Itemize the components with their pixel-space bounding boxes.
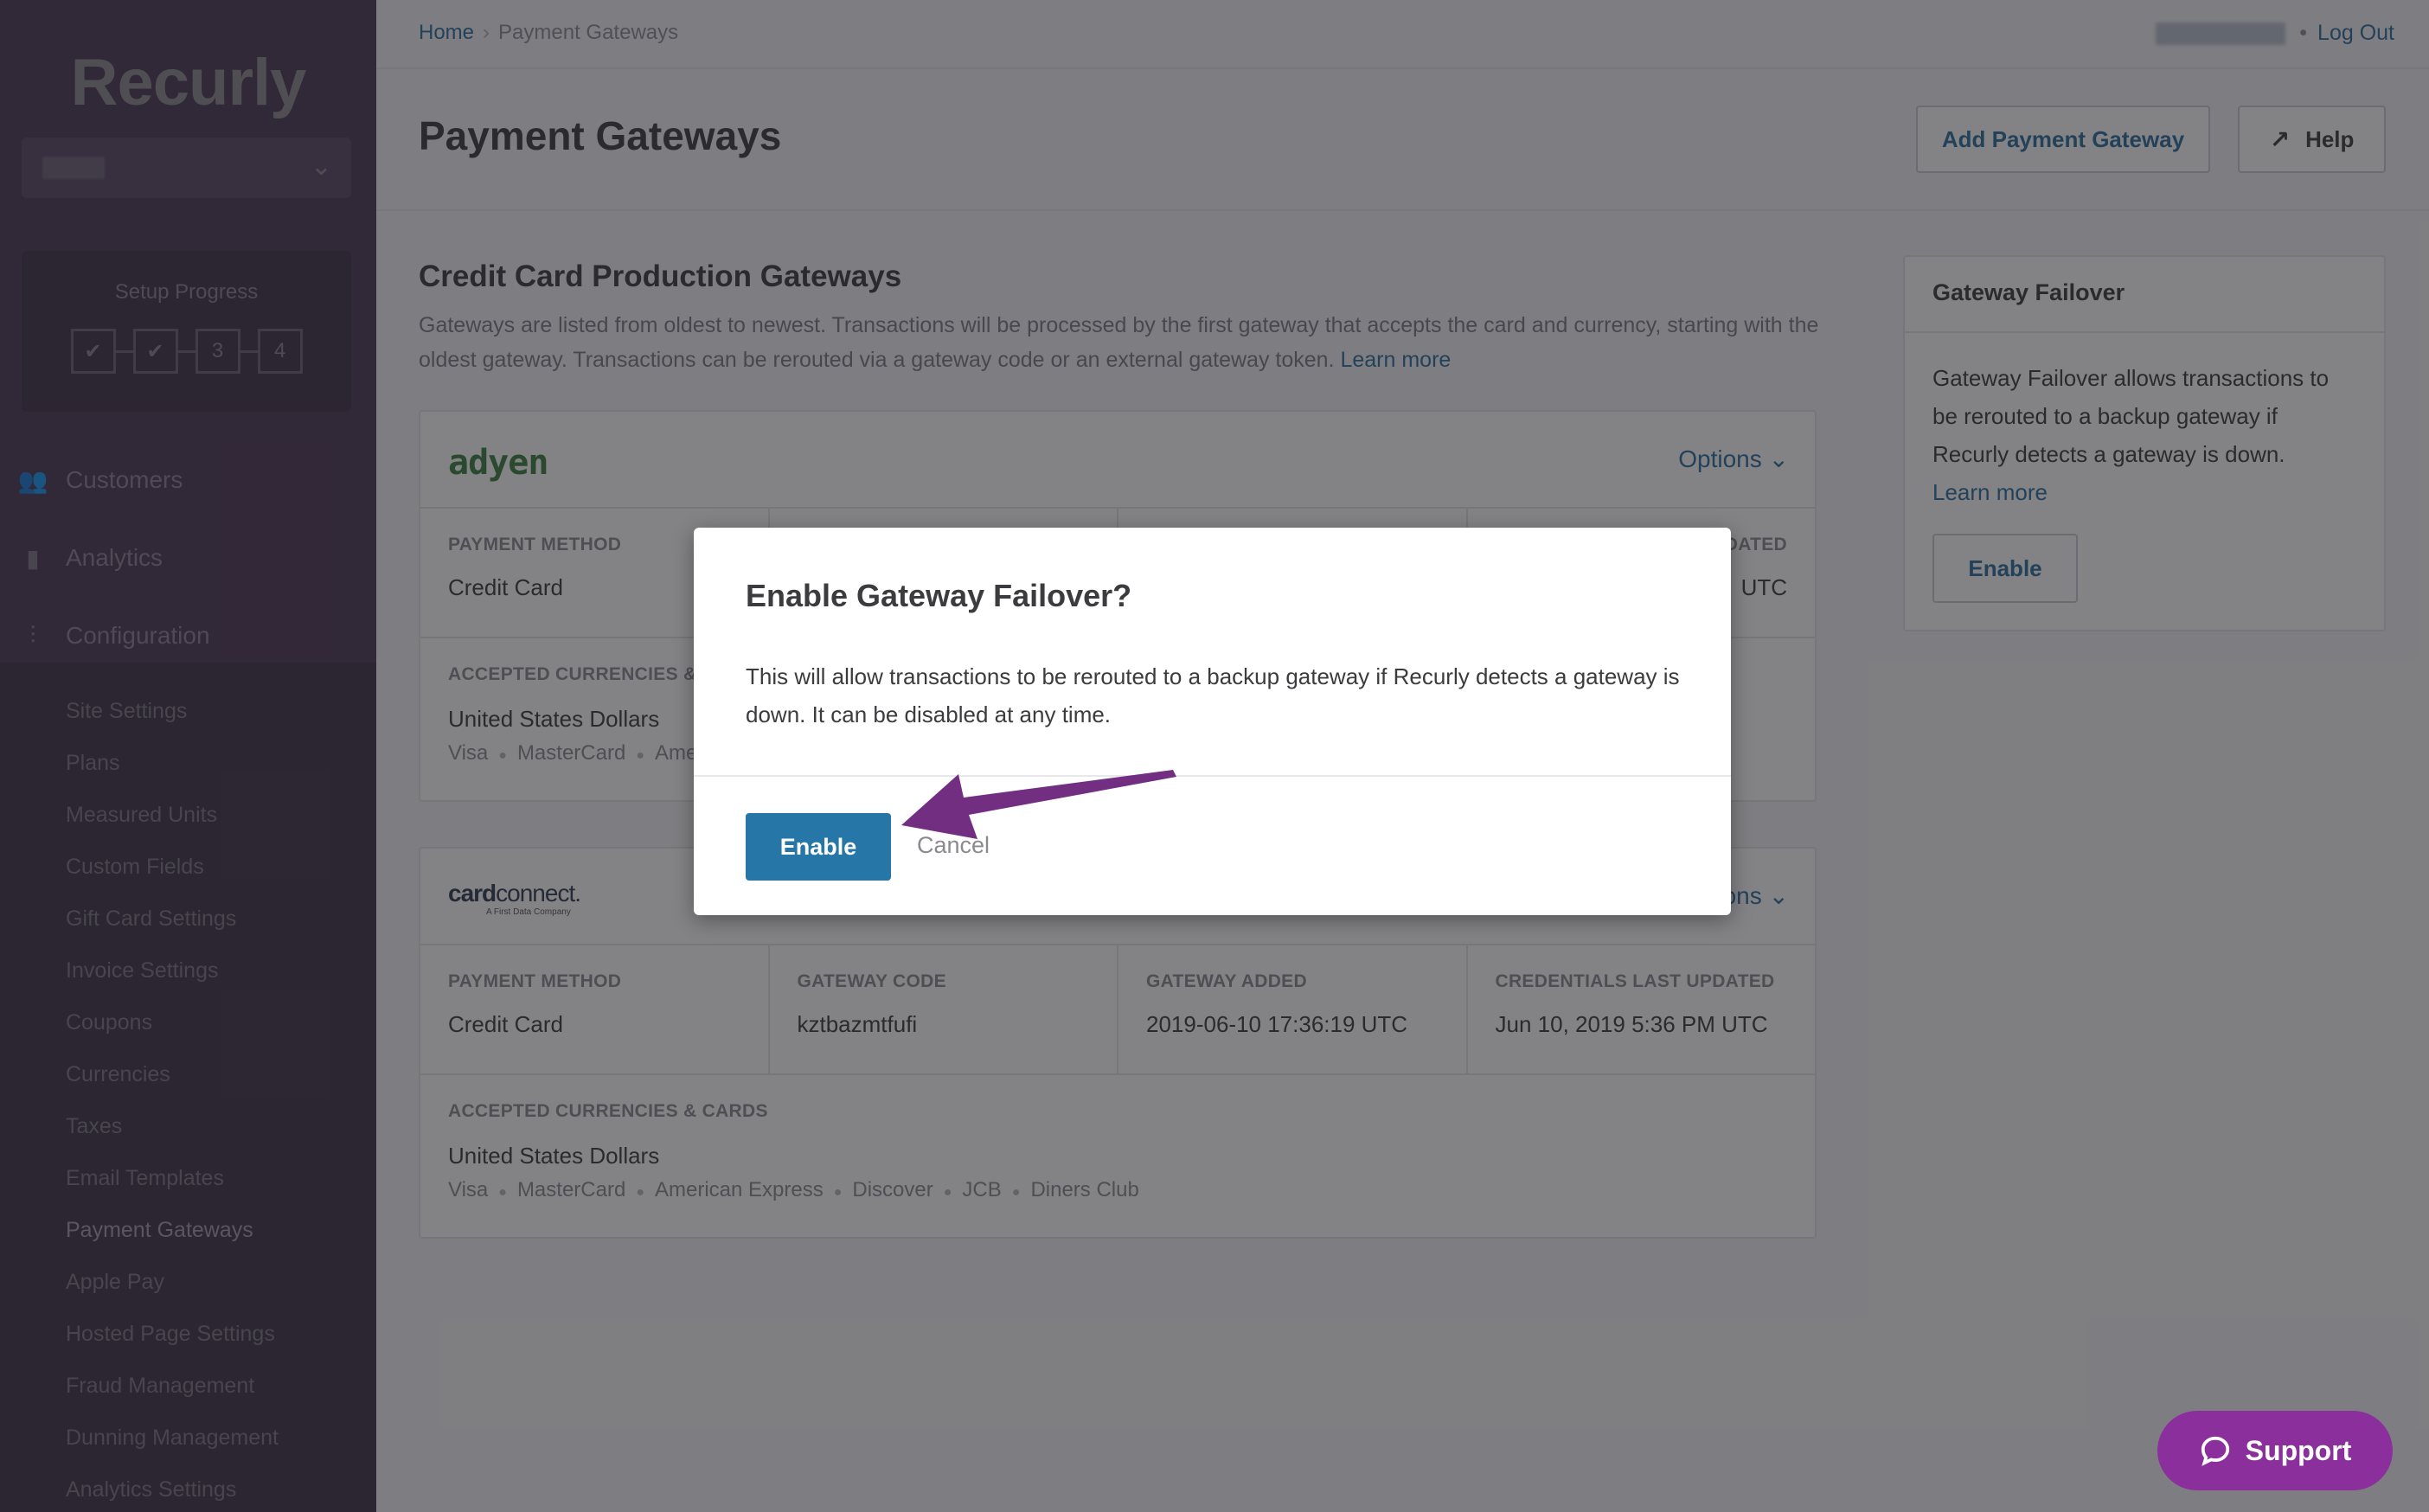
support-label: Support <box>2245 1434 2352 1466</box>
chat-bubble-icon <box>2201 1436 2229 1466</box>
modal-body: This will allow transactions to be rerou… <box>746 663 1680 727</box>
arrow-shape <box>901 770 1176 839</box>
modal-enable-button[interactable]: Enable <box>746 813 891 881</box>
support-button[interactable]: Support <box>2157 1411 2393 1490</box>
enable-failover-modal: Enable Gateway Failover? This will allow… <box>694 528 1731 915</box>
modal-title: Enable Gateway Failover? <box>746 578 1132 613</box>
modal-divider <box>694 775 1731 777</box>
annotation-arrow-icon <box>901 770 1176 839</box>
